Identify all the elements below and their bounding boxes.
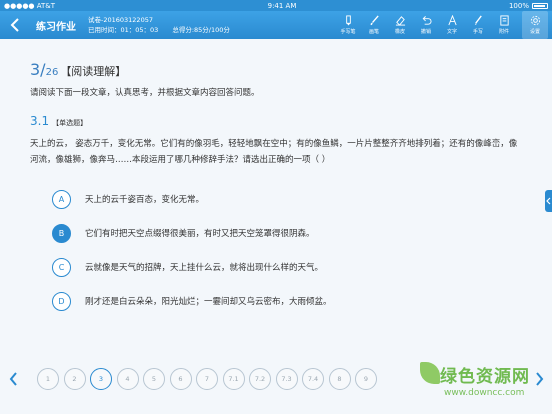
leaf-logo-icon xyxy=(420,362,440,384)
page-1[interactable]: 1 xyxy=(37,368,59,390)
tool-group: 手写笔 画笔 橡皮 撤销 文字 手写 附件 设置 xyxy=(334,11,548,39)
option-text: 它们有时把天空点缀得很美丽，有时又把天空笼罩得很阴森。 xyxy=(85,229,315,239)
tool-label: 撤销 xyxy=(420,29,431,35)
tool-settings-button[interactable]: 设置 xyxy=(522,11,548,39)
tool-text-button[interactable]: 文字 xyxy=(440,11,464,39)
tool-label: 设置 xyxy=(529,29,540,35)
elapsed-time: 已用时间：01：05：03 xyxy=(88,26,159,34)
side-panel-handle[interactable] xyxy=(545,190,552,212)
page-7[interactable]: 7 xyxy=(196,368,218,390)
option-letter[interactable]: A xyxy=(52,189,71,209)
attachment-icon xyxy=(499,15,509,26)
pen-icon xyxy=(345,15,351,26)
option-b[interactable]: B 它们有时把天空点缀得很美丽，有时又把天空笼罩得很阴森。 xyxy=(52,222,332,244)
tool-label: 附件 xyxy=(498,29,509,35)
chevron-left-icon xyxy=(10,18,19,32)
page-8[interactable]: 8 xyxy=(328,368,351,390)
clock: 9:41 AM xyxy=(267,1,297,10)
option-letter[interactable]: D xyxy=(52,291,71,311)
question-number: 3/ xyxy=(30,60,46,79)
carrier-label: ●●●●● AT&T xyxy=(4,1,56,10)
question-instruction: 请阅读下面一段文章，认真思考，并根据文章内容回答问题。 xyxy=(30,88,260,98)
question-section: 【阅读理解】 xyxy=(60,65,127,78)
exam-info: 试卷-201603122057 已用时间：01：05：03 总得分:85分/10… xyxy=(88,15,230,35)
question-content: 3/ 26 【阅读理解】 请阅读下面一段文章，认真思考，并根据文章内容回答问题。… xyxy=(30,60,530,168)
undo-icon xyxy=(422,16,431,25)
tool-eraser-button[interactable]: 橡皮 xyxy=(388,11,412,39)
tool-undo-button[interactable]: 撤销 xyxy=(414,11,438,39)
paper-label: 试卷-201603122057 xyxy=(88,16,153,24)
page-7-3[interactable]: 7.3 xyxy=(275,368,298,390)
option-d[interactable]: D 刚才还是白云朵朵，阳光灿烂；一霎间却又乌云密布，大雨倾盆。 xyxy=(52,290,332,312)
page-list: 1 2 3 4 5 6 7 7.1 7.2 7.3 7.4 8 9 xyxy=(37,368,382,390)
option-c[interactable]: C 云就像是天气的招牌，天上挂什么云，就将出现什么样的天气。 xyxy=(52,256,332,278)
status-bar: ●●●●● AT&T 9:41 AM 100% xyxy=(0,0,552,11)
eraser-icon xyxy=(395,16,405,26)
watermark: 绿色资源网 www.downcc.com xyxy=(418,358,552,414)
option-a[interactable]: A 天上的云千姿百态，变化无常。 xyxy=(52,188,332,210)
answer-options: A 天上的云千姿百态，变化无常。 B 它们有时把天空点缀得很美丽，有时又把天空笼… xyxy=(52,188,332,324)
tool-label: 手写笔 xyxy=(340,29,356,35)
page-3[interactable]: 3 xyxy=(90,368,112,390)
page-9[interactable]: 9 xyxy=(355,368,377,390)
brush-icon xyxy=(370,15,379,26)
chevron-left-icon xyxy=(546,197,551,205)
question-stem: 天上的云， 姿态万千，变化无常。它们有的像羽毛，轻轻地飘在空中；有的像鱼鳞，一片… xyxy=(30,139,518,165)
handwrite-icon xyxy=(474,15,482,26)
total-score: 总得分:85分/100分 xyxy=(172,26,230,34)
prev-page-button[interactable] xyxy=(6,370,20,388)
tool-pen-button[interactable]: 手写笔 xyxy=(336,11,360,39)
sub-question-header: 3.1 【单选题】 xyxy=(30,114,530,128)
back-button[interactable] xyxy=(4,13,26,37)
watermark-text: 绿色资源网 xyxy=(440,367,530,387)
battery-percent: 100% xyxy=(508,1,529,10)
tool-label: 文字 xyxy=(446,29,457,35)
question-total: 26 xyxy=(45,67,59,78)
tool-attachment-button[interactable]: 附件 xyxy=(492,11,516,39)
sub-question-number: 3.1 xyxy=(30,114,50,128)
tool-brush-button[interactable]: 画笔 xyxy=(362,11,386,39)
battery-icon xyxy=(531,2,548,9)
top-toolbar: 练习作业 试卷-201603122057 已用时间：01：05：03 总得分:8… xyxy=(0,11,552,39)
tool-handwrite-button[interactable]: 手写 xyxy=(466,11,490,39)
question-header: 3/ 26 【阅读理解】 xyxy=(30,60,530,79)
page-4[interactable]: 4 xyxy=(116,368,139,390)
watermark-url: www.downcc.com xyxy=(444,388,525,398)
gear-icon xyxy=(530,15,540,26)
option-text: 刚才还是白云朵朵，阳光灿烂；一霎间却又乌云密布，大雨倾盆。 xyxy=(85,297,332,307)
page-7-4[interactable]: 7.4 xyxy=(302,368,324,390)
page-6[interactable]: 6 xyxy=(169,368,192,390)
sub-question-type: 【单选题】 xyxy=(52,119,88,127)
option-text: 云就像是天气的招牌，天上挂什么云，就将出现什么样的天气。 xyxy=(85,263,324,273)
tool-label: 画笔 xyxy=(368,29,379,35)
chevron-left-icon xyxy=(9,372,17,386)
page-7-1[interactable]: 7.1 xyxy=(222,368,245,390)
tool-label: 橡皮 xyxy=(394,29,405,35)
tool-label: 手写 xyxy=(472,29,483,35)
text-icon xyxy=(447,15,457,26)
page-title: 练习作业 xyxy=(36,22,76,33)
battery-indicator: 100% xyxy=(509,2,548,10)
option-letter[interactable]: B xyxy=(52,223,71,243)
page-7-2[interactable]: 7.2 xyxy=(249,368,271,390)
option-letter[interactable]: C xyxy=(52,257,71,277)
page-2[interactable]: 2 xyxy=(63,368,86,390)
page-5[interactable]: 5 xyxy=(143,368,165,390)
option-text: 天上的云千姿百态，变化无常。 xyxy=(85,195,205,205)
